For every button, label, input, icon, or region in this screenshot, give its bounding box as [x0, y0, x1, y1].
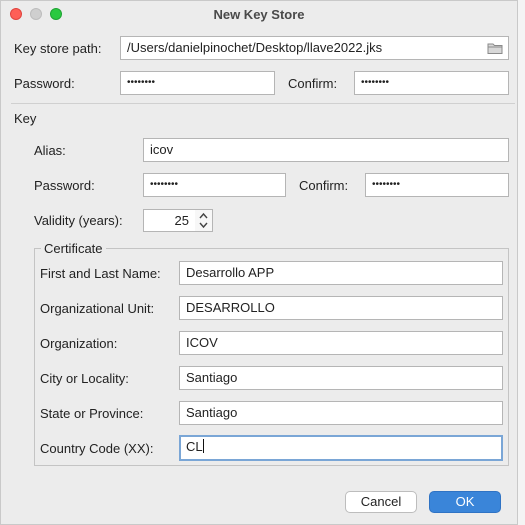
organization-label: Organization:: [40, 336, 118, 351]
validity-stepper[interactable]: [195, 209, 213, 232]
background-edge: [518, 0, 525, 525]
key-store-password-input[interactable]: ••••••••: [120, 71, 275, 95]
key-password-value: ••••••••: [150, 179, 179, 190]
text-caret: [202, 439, 204, 453]
key-confirm-input[interactable]: ••••••••: [365, 173, 509, 197]
certificate-group-label: Certificate: [41, 241, 106, 256]
ok-button[interactable]: OK: [429, 491, 501, 513]
organization-input[interactable]: ICOV: [179, 331, 503, 355]
validity-label: Validity (years):: [34, 213, 123, 228]
key-store-confirm-label: Confirm:: [288, 76, 338, 91]
alias-input[interactable]: icov: [143, 138, 509, 162]
country-code-value: CL: [186, 439, 203, 454]
organizational-unit-input[interactable]: DESARROLLO: [179, 296, 503, 320]
cancel-button[interactable]: Cancel: [345, 491, 417, 513]
stepper-arrows-icon: [199, 212, 208, 229]
key-store-password-label: Password:: [14, 76, 75, 91]
separator: [11, 103, 515, 104]
organizational-unit-value: DESARROLLO: [186, 300, 275, 315]
alias-value: icov: [150, 142, 174, 157]
organization-value: ICOV: [186, 335, 218, 350]
new-key-store-dialog: New Key Store Key store path: /Users/dan…: [0, 0, 518, 525]
key-confirm-value: ••••••••: [372, 179, 401, 190]
state-province-value: Santiago: [186, 405, 238, 420]
first-last-name-label: First and Last Name:: [40, 266, 161, 281]
key-password-label: Password:: [34, 178, 95, 193]
alias-label: Alias:: [34, 143, 66, 158]
key-store-password-value: ••••••••: [127, 77, 156, 88]
first-last-name-input[interactable]: Desarrollo APP: [179, 261, 503, 285]
city-locality-input[interactable]: Santiago: [179, 366, 503, 390]
key-store-path-value: /Users/danielpinochet/Desktop/llave2022.…: [127, 40, 383, 55]
first-last-name-value: Desarrollo APP: [186, 265, 275, 280]
organizational-unit-label: Organizational Unit:: [40, 301, 155, 316]
city-locality-label: City or Locality:: [40, 371, 129, 386]
country-code-input[interactable]: CL: [179, 435, 503, 461]
key-store-confirm-value: ••••••••: [361, 77, 390, 88]
folder-icon[interactable]: [487, 41, 503, 55]
country-code-label: Country Code (XX):: [40, 441, 154, 456]
key-store-confirm-input[interactable]: ••••••••: [354, 71, 509, 95]
key-confirm-label: Confirm:: [299, 178, 349, 193]
key-password-input[interactable]: ••••••••: [143, 173, 286, 197]
dialog-title: New Key Store: [213, 7, 305, 22]
state-province-input[interactable]: Santiago: [179, 401, 503, 425]
city-locality-value: Santiago: [186, 370, 238, 385]
state-province-label: State or Province:: [40, 406, 144, 421]
validity-input[interactable]: 25: [143, 209, 196, 232]
key-store-path-input[interactable]: /Users/danielpinochet/Desktop/llave2022.…: [120, 36, 509, 60]
title-bar: New Key Store: [1, 1, 517, 29]
validity-value: 25: [174, 213, 189, 228]
key-store-path-label: Key store path:: [14, 41, 102, 56]
key-section-label: Key: [14, 111, 37, 126]
